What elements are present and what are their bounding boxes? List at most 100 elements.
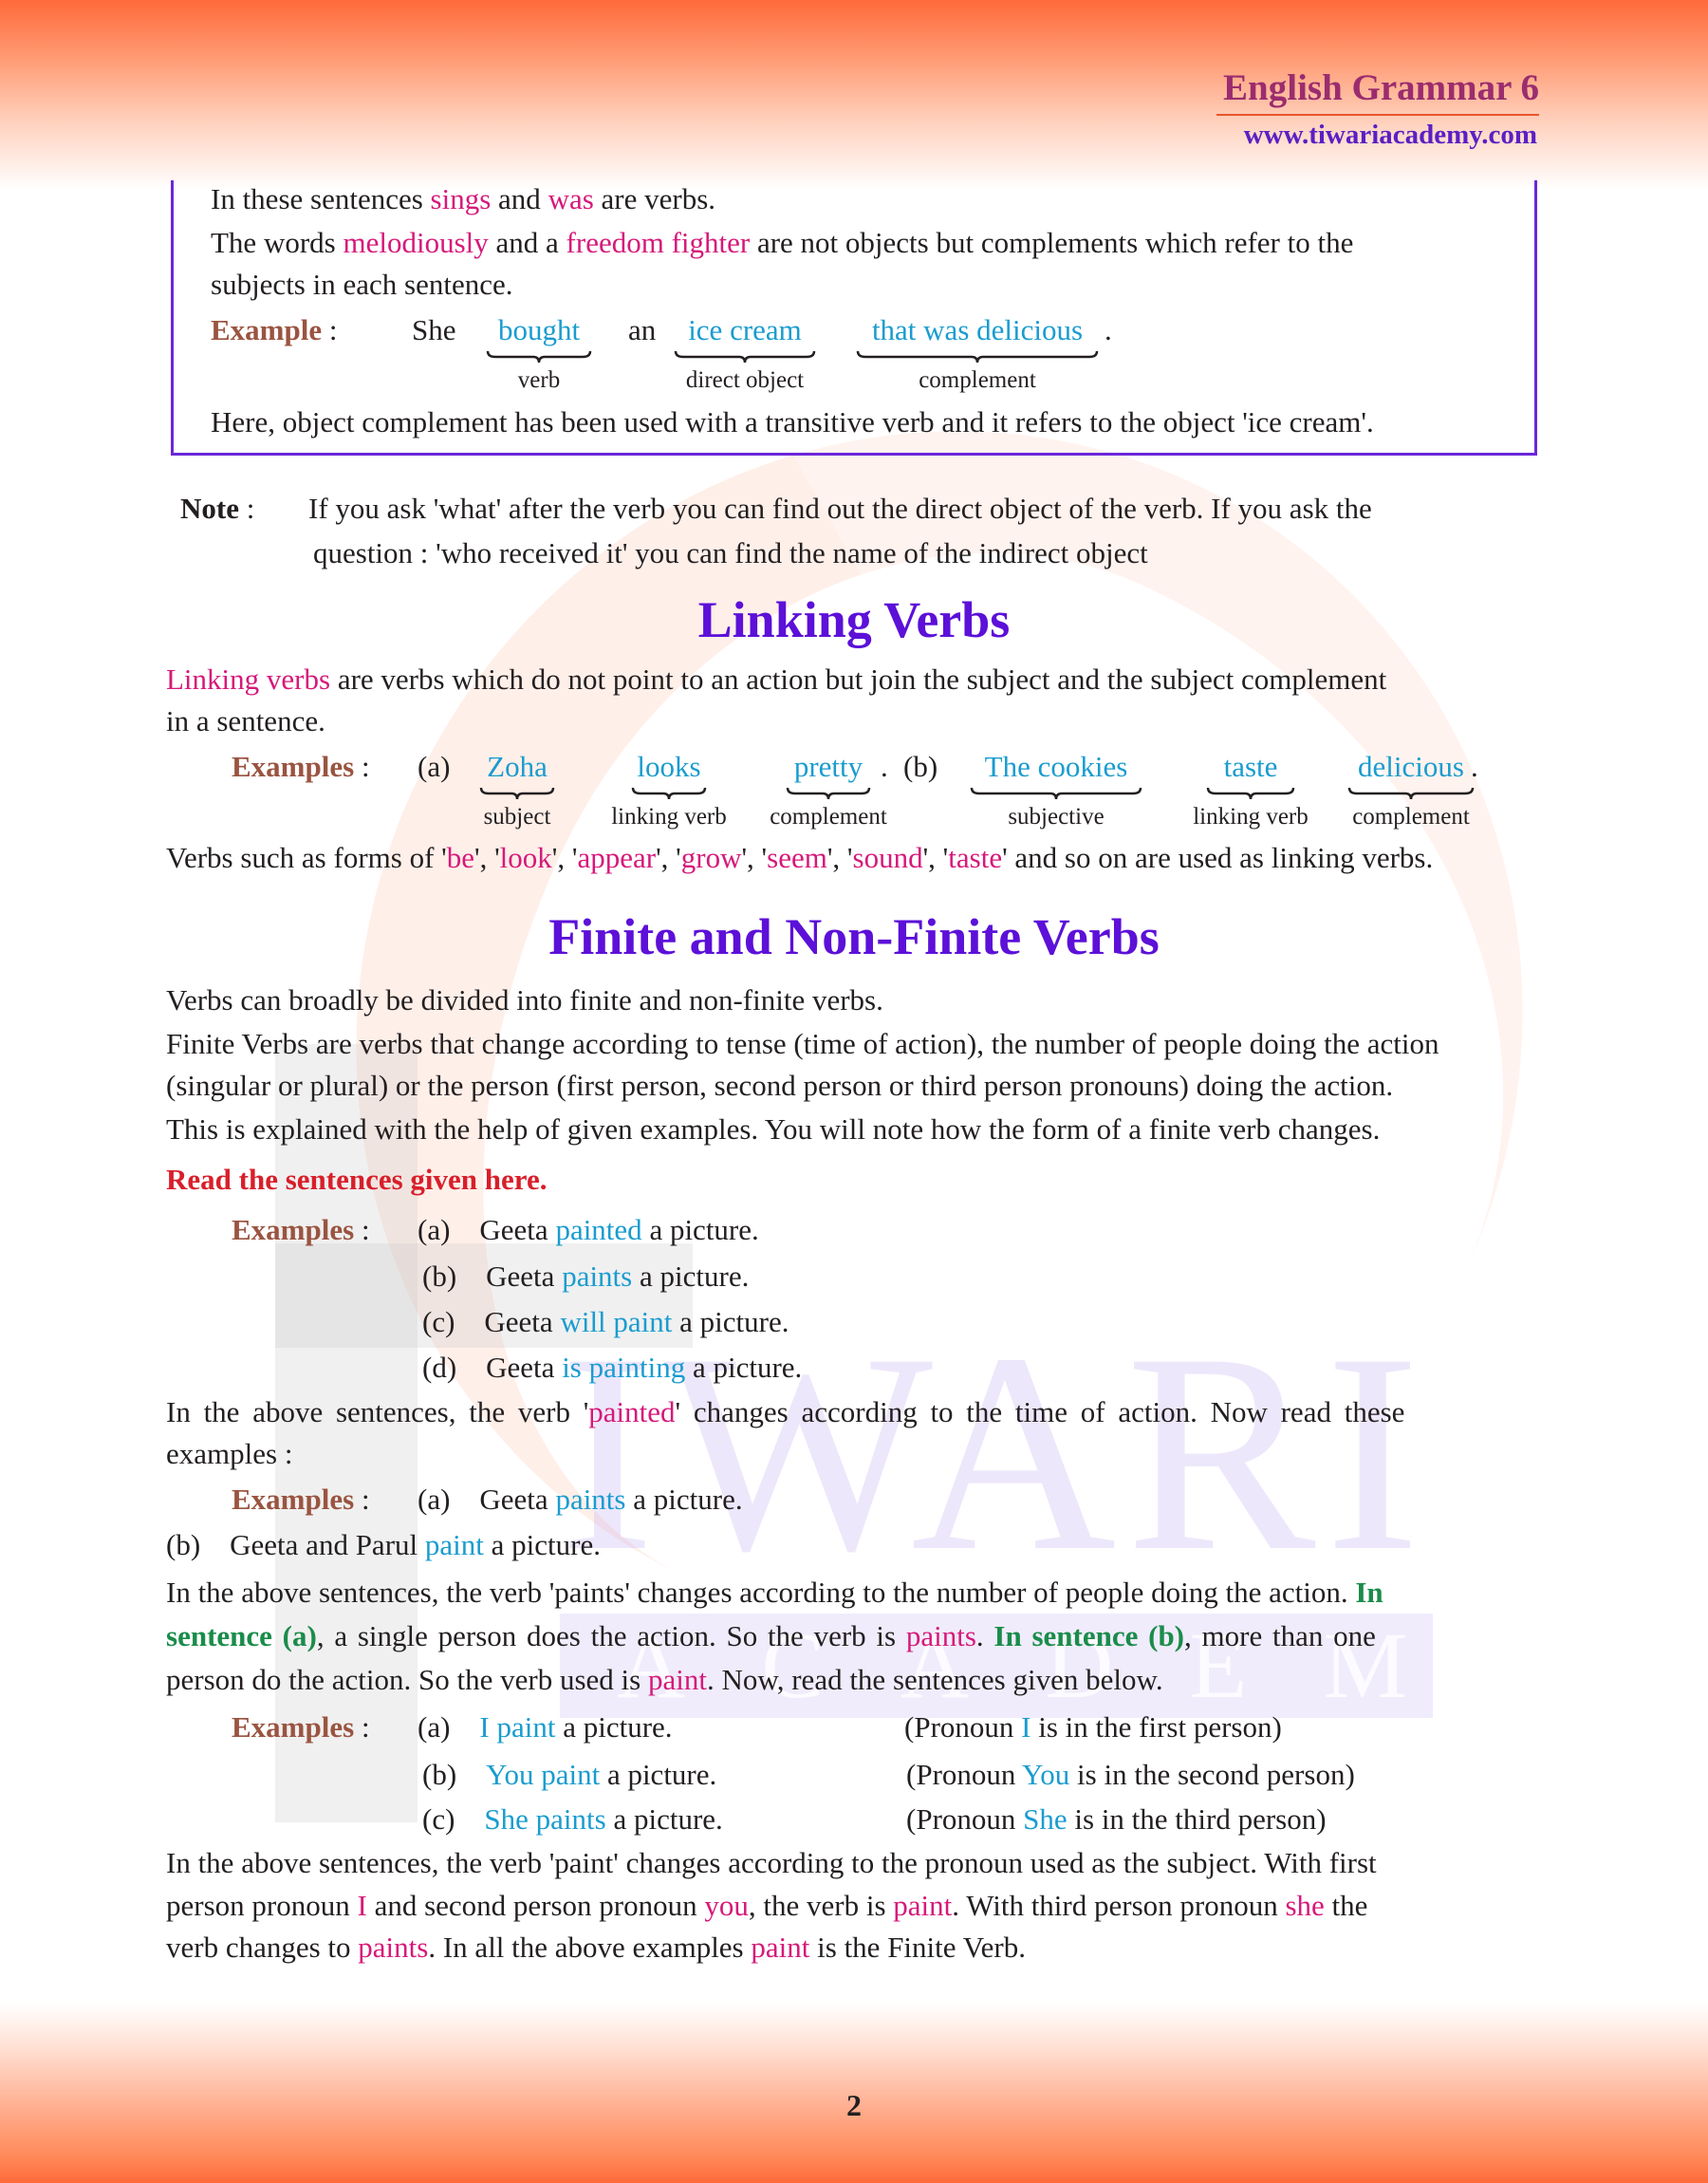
box-line-4: Here, object complement has been used wi… xyxy=(211,405,1374,438)
pronoun-note: (Pronoun You is in the second person) xyxy=(906,1756,1355,1794)
text: Geeta and Parul xyxy=(230,1528,425,1561)
text: Geeta xyxy=(486,1351,563,1384)
text: Geeta xyxy=(486,1259,563,1293)
emphasis: sentence (a) xyxy=(166,1619,317,1652)
linking-intro-2: in a sentence. xyxy=(166,704,325,737)
heading-linking-verbs: Linking Verbs xyxy=(697,591,1011,648)
after-set3-b: person pronoun I and second person prono… xyxy=(166,1887,1367,1925)
verb: I paint xyxy=(479,1710,556,1744)
brace-word: taste xyxy=(1223,750,1278,783)
highlight-verb: was xyxy=(548,182,594,215)
period: . xyxy=(1471,750,1478,783)
marker-a: (a) xyxy=(418,750,451,783)
note-label: Note : xyxy=(180,490,254,528)
colon: : xyxy=(361,750,370,783)
text: a picture. xyxy=(600,1758,717,1791)
term: Linking verbs xyxy=(166,662,331,696)
underbrace-icon xyxy=(786,787,871,800)
verb-form: sound xyxy=(852,841,923,874)
text: , a single person does the action. So th… xyxy=(316,1619,906,1652)
text: the xyxy=(1324,1889,1368,1922)
example-article: an xyxy=(628,313,657,346)
text: . xyxy=(975,1619,994,1652)
brace-group-direct-object: ice cream direct object xyxy=(674,311,816,395)
highlight-verb: sings xyxy=(430,182,492,215)
note-line-2: question : 'who received it' you can fin… xyxy=(313,536,1148,569)
brace-group-linking-verb: looks linking verb xyxy=(603,748,735,831)
verb-form: taste xyxy=(948,841,1003,874)
verb: paint xyxy=(424,1528,484,1561)
marker: (b) xyxy=(422,1259,457,1293)
example-item: (d) Geeta is painting a picture. xyxy=(422,1349,802,1387)
after-set2-a: In the above sentences, the verb 'paints… xyxy=(166,1574,1383,1612)
example-item: (b) Geeta and Parul paint a picture. xyxy=(166,1526,601,1564)
underbrace-icon xyxy=(1206,787,1295,800)
text: is in the first person) xyxy=(1030,1710,1282,1744)
text: (Pronoun xyxy=(904,1710,1022,1744)
text: is in the third person) xyxy=(1067,1802,1327,1836)
label: Examples xyxy=(232,1710,355,1744)
brace-label: complement xyxy=(770,804,887,830)
verb: paints xyxy=(555,1483,626,1516)
brace-label: linking verb xyxy=(611,804,727,830)
emphasis: In xyxy=(1355,1576,1383,1609)
text: a picture. xyxy=(672,1305,789,1338)
brace-label: linking verb xyxy=(1193,804,1309,830)
brace-word: pretty xyxy=(793,750,863,783)
text: (Pronoun xyxy=(906,1802,1024,1836)
text: a picture. xyxy=(632,1259,750,1293)
verb: will paint xyxy=(560,1305,673,1338)
verb: You paint xyxy=(486,1758,601,1791)
pronoun: she xyxy=(1285,1889,1325,1922)
verb: paint xyxy=(647,1663,707,1696)
brace-group-linking-verb-b: taste linking verb xyxy=(1184,748,1317,831)
brace-group-subjective: The cookies subjective xyxy=(970,748,1142,831)
text: is the Finite Verb. xyxy=(809,1931,1027,1964)
underbrace-icon xyxy=(856,350,1099,364)
header-divider xyxy=(1216,114,1539,116)
verb: paint xyxy=(751,1931,810,1964)
text: . In all the above examples xyxy=(428,1931,752,1964)
underbrace-icon xyxy=(631,787,707,800)
text: and a xyxy=(488,226,566,259)
brace-label: complement xyxy=(1352,804,1470,830)
verb-form: appear xyxy=(577,841,657,874)
example-period: . xyxy=(1105,313,1112,346)
brace-group-complement-b: delicious complement xyxy=(1340,748,1482,831)
text: . Now, read the sentences given below. xyxy=(706,1663,1163,1696)
underbrace-icon xyxy=(674,350,816,364)
pronoun: you xyxy=(704,1889,749,1922)
brace-word: bought xyxy=(497,313,581,346)
heading-finite-verbs: Finite and Non-Finite Verbs xyxy=(548,908,1160,965)
underbrace-icon xyxy=(970,787,1142,800)
text: and so on are used as linking verbs. xyxy=(1007,841,1434,874)
finite-p1: Verbs can broadly be divided into finite… xyxy=(166,983,883,1017)
pronoun: I xyxy=(1021,1710,1031,1744)
marker: (a) xyxy=(418,1710,451,1744)
label: Examples xyxy=(232,750,355,783)
text: Geeta xyxy=(484,1305,561,1338)
text: a picture. xyxy=(483,1528,601,1561)
page-number: 2 xyxy=(846,2088,862,2122)
text: a picture. xyxy=(625,1483,743,1516)
marker: (c) xyxy=(422,1305,455,1338)
brace-label: subjective xyxy=(1008,804,1105,830)
text: Geeta xyxy=(479,1213,556,1246)
linking-forms: Verbs such as forms of 'be', 'look', 'ap… xyxy=(166,841,1434,874)
colon: : xyxy=(328,313,338,346)
pronoun: I xyxy=(357,1889,367,1922)
finite-p2a: Finite Verbs are verbs that change accor… xyxy=(166,1027,1439,1060)
label: Examples xyxy=(232,1483,355,1516)
note-line-1: If you ask 'what' after the verb you can… xyxy=(308,492,1372,525)
example-subject: She xyxy=(412,313,456,346)
text: a picture. xyxy=(605,1802,723,1836)
site-url-link[interactable]: www.tiwariacademy.com xyxy=(1244,120,1537,151)
brace-group-verb: bought verb xyxy=(486,311,592,395)
after-set1-a: In the above sentences, the verb 'painte… xyxy=(166,1393,1404,1431)
after-set1-b: examples : xyxy=(166,1437,293,1470)
underbrace-icon xyxy=(479,787,555,800)
verb: paints xyxy=(358,1931,429,1964)
colon: : xyxy=(361,1213,370,1246)
brace-word: The cookies xyxy=(984,750,1128,783)
example-item: (a) Geeta paints a picture. xyxy=(418,1481,743,1519)
